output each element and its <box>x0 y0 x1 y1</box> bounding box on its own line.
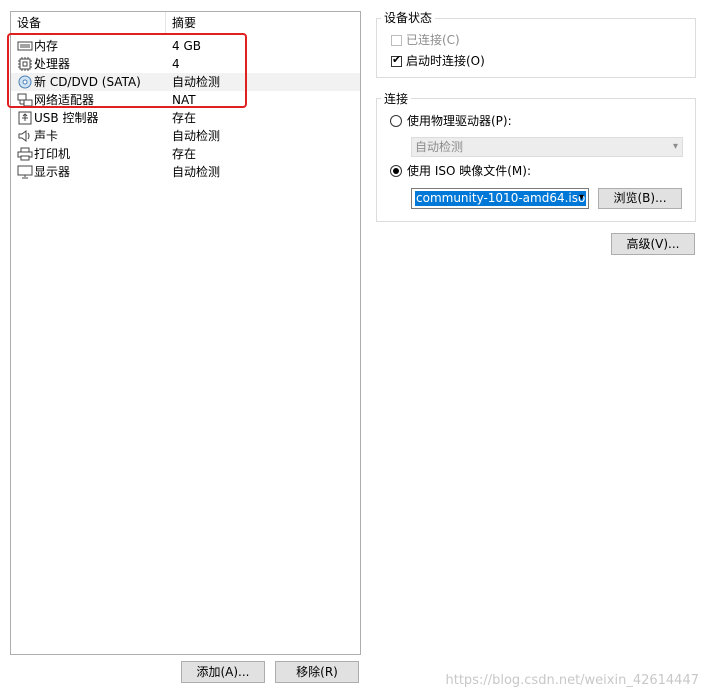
physical-drive-radio[interactable] <box>390 115 402 127</box>
connect-on-start-checkbox[interactable]: ✔ <box>391 53 402 67</box>
radio-dot-icon <box>393 168 399 174</box>
physical-drive-select[interactable]: 自动检测 ▾ <box>411 137 683 157</box>
connected-checkbox[interactable] <box>391 35 402 46</box>
monitor-icon <box>17 165 33 179</box>
device-row-printer[interactable]: 打印机 存在 <box>11 145 360 163</box>
device-summary: 自动检测 <box>172 165 221 179</box>
physical-drive-value: 自动检测 <box>415 140 464 154</box>
connect-on-start-label[interactable]: 启动时连接(O) <box>406 54 485 68</box>
connection-title: 连接 <box>381 92 412 106</box>
highlight-annotation-box <box>7 33 247 108</box>
advanced-button[interactable]: 高级(V)... <box>611 233 695 255</box>
usb-icon <box>18 111 32 125</box>
device-status-title: 设备状态 <box>381 11 436 25</box>
iso-file-input[interactable]: community-1010-amd64.iso ▾ <box>411 188 589 209</box>
remove-button[interactable]: 移除(R) <box>275 661 359 683</box>
device-row-sound[interactable]: 声卡 自动检测 <box>11 127 360 145</box>
watermark-text: https://blog.csdn.net/weixin_42614447 <box>445 673 699 688</box>
add-button[interactable]: 添加(A)... <box>181 661 265 683</box>
device-name: USB 控制器 <box>34 111 99 125</box>
device-name: 显示器 <box>34 165 71 179</box>
speaker-icon <box>18 130 30 142</box>
device-row-usb[interactable]: USB 控制器 存在 <box>11 109 360 127</box>
iso-file-value: community-1010-amd64.iso <box>415 191 587 206</box>
device-summary: 存在 <box>172 147 197 161</box>
physical-drive-label[interactable]: 使用物理驱动器(P): <box>407 114 512 128</box>
chevron-down-icon: ▾ <box>578 192 584 203</box>
browse-button[interactable]: 浏览(B)... <box>598 188 682 209</box>
connected-label[interactable]: 已连接(C) <box>406 33 460 47</box>
iso-file-radio[interactable] <box>390 165 402 177</box>
device-summary: 存在 <box>172 111 197 125</box>
checkmark-icon: ✔ <box>392 53 402 66</box>
device-row-display[interactable]: 显示器 自动检测 <box>11 163 360 181</box>
iso-file-label[interactable]: 使用 ISO 映像文件(M): <box>407 164 531 178</box>
device-status-group <box>376 18 696 78</box>
device-summary: 自动检测 <box>172 129 221 143</box>
chevron-down-icon: ▾ <box>672 141 678 152</box>
device-name: 声卡 <box>34 129 59 143</box>
printer-icon <box>17 147 33 161</box>
device-name: 打印机 <box>34 147 71 161</box>
column-header-summary[interactable]: 摘要 <box>166 12 360 34</box>
column-header-device[interactable]: 设备 <box>11 12 166 34</box>
